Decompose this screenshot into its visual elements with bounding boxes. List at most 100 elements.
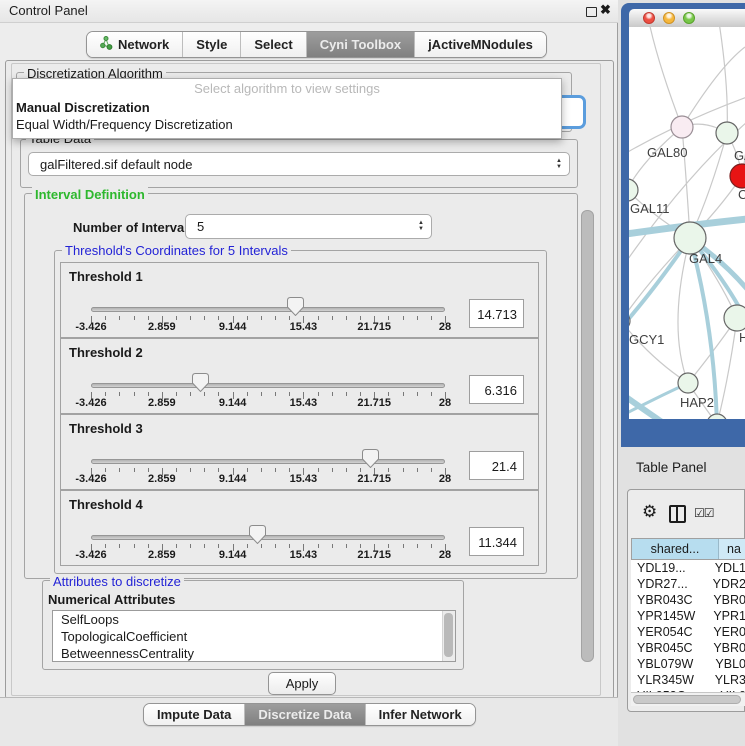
tick-mark [289,316,290,320]
tick-label: 2.859 [148,321,176,333]
threshold-panel: Threshold 4-3.4262.8599.14415.4321.71528… [60,490,539,566]
table-row[interactable]: YLR345WYLR3 [631,672,745,688]
tick-label: -3.426 [75,397,106,409]
column-header-shared-name[interactable]: shared... [632,539,719,559]
threshold-value-field[interactable]: 14.713 [469,299,524,328]
tick-label: 2.859 [148,549,176,561]
attributes-scrollbar[interactable] [442,611,455,661]
tick-label: 28 [439,473,451,485]
threshold-value-field[interactable]: 11.344 [469,527,524,556]
tick-mark [218,544,219,548]
tick-mark [417,392,418,396]
tick-mark [134,468,135,472]
attribute-item[interactable]: TopologicalCoefficient [53,628,455,645]
table-row[interactable]: YER054CYER0 [631,624,745,640]
tick-mark [105,544,106,548]
table-row[interactable]: YDL19...YDL1 [631,560,745,576]
network-edge [629,321,688,383]
tab-network[interactable]: Network [87,32,182,57]
network-canvas[interactable]: GAL80GACGAL11GAL4GCY1HHAP2 [629,27,745,419]
tick-mark [431,392,432,396]
attribute-item[interactable]: BetweennessCentrality [53,645,455,662]
num-intervals-label: Number of Intervals [73,220,195,235]
numerical-attributes-label: Numerical Attributes [48,592,175,607]
tab-style[interactable]: Style [182,32,240,57]
threshold-slider-track[interactable] [91,307,445,312]
cell-shared-name: YLR345W [631,672,711,688]
threshold-label: Threshold 4 [69,497,143,512]
tick-mark [261,392,262,396]
panel-title: Control Panel [9,3,88,18]
tick-mark [346,544,347,548]
vertical-scrollbar[interactable] [581,210,594,662]
tick-label: 2.859 [148,397,176,409]
attribute-item[interactable]: SelfLoops [53,611,455,628]
tick-mark [275,316,276,320]
mac-close-button[interactable] [643,12,655,24]
float-window-icon[interactable] [586,7,597,17]
table-row[interactable]: YBL079WYBL0 [631,656,745,672]
network-node[interactable] [716,122,738,144]
tab-infer-network[interactable]: Infer Network [365,704,475,725]
tab-cyni-toolbox[interactable]: Cyni Toolbox [306,32,414,57]
table-row[interactable]: YBR043CYBR0 [631,592,745,608]
threshold-slider-track[interactable] [91,383,445,388]
tick-mark [388,316,389,320]
table-row[interactable]: YDR27...YDR2 [631,576,745,592]
mac-minimize-button[interactable] [663,12,675,24]
slider-handle[interactable] [287,297,304,316]
cell-name: YDR2 [709,576,745,592]
column-header-name[interactable]: na [719,539,741,559]
threshold-slider-track[interactable] [91,459,445,464]
network-node[interactable] [671,116,693,138]
network-node[interactable] [730,164,745,188]
horizontal-scrollbar[interactable] [631,692,745,706]
cell-name: YBL0 [711,656,745,672]
slider-handle[interactable] [249,525,266,544]
threshold-panel: Threshold 1-3.4262.8599.14415.4321.71528… [60,262,539,338]
network-node[interactable] [724,305,745,331]
control-panel-titlebar: Control Panel ✖ [0,0,618,23]
select-columns-checkboxes-icon[interactable]: ☑☑ [694,506,714,520]
cell-shared-name: YDL19... [631,560,711,576]
tick-mark [119,468,120,472]
mac-zoom-button[interactable] [683,12,695,24]
node-label: HAP2 [680,395,714,410]
network-node[interactable] [674,222,706,254]
cell-shared-name: YPR145W [631,608,709,624]
threshold-slider-track[interactable] [91,535,445,540]
network-node[interactable] [678,373,698,393]
tick-mark [388,468,389,472]
columns-icon[interactable] [669,505,686,523]
node-label: GAL11 [630,201,670,216]
network-node[interactable] [629,179,638,201]
tab-impute-data[interactable]: Impute Data [144,704,244,725]
table-header-row: shared... na [631,538,745,560]
slider-handle[interactable] [192,373,209,392]
tick-label: 9.144 [219,473,247,485]
table-row[interactable]: YBR045CYBR0 [631,640,745,656]
tick-label: -3.426 [75,321,106,333]
tick-mark [247,392,248,396]
table-panel-title: Table Panel [636,460,707,475]
close-icon[interactable]: ✖ [600,2,611,18]
option-manual-discretization[interactable]: Manual Discretization [13,99,561,116]
tab-select[interactable]: Select [240,32,305,57]
control-panel-tabs: Network Style Select Cyni Toolbox jActiv… [86,31,547,58]
apply-button[interactable]: Apply [268,672,336,695]
tick-mark [403,392,404,396]
tick-label: 21.715 [357,549,391,561]
tick-mark [204,392,205,396]
threshold-value-field[interactable]: 21.4 [469,451,524,480]
slider-handle[interactable] [362,449,379,468]
gear-icon[interactable]: ⚙ [642,503,657,520]
tab-discretize-data[interactable]: Discretize Data [244,704,364,725]
table-row[interactable]: YPR145WYPR1 [631,608,745,624]
threshold-value-field[interactable]: 6.316 [469,375,524,404]
tab-jactivemnodules[interactable]: jActiveMNodules [414,32,546,57]
table-data-combobox[interactable]: galFiltered.sif default node ▲▼ [28,152,570,176]
numerical-attributes-list[interactable]: SelfLoopsTopologicalCoefficientBetweenne… [52,610,456,662]
num-intervals-combobox[interactable]: 5 ▲▼ [185,214,432,239]
option-equal-width-frequency[interactable]: Equal Width/Frequency Discretization [13,116,561,133]
tick-mark [289,544,290,548]
